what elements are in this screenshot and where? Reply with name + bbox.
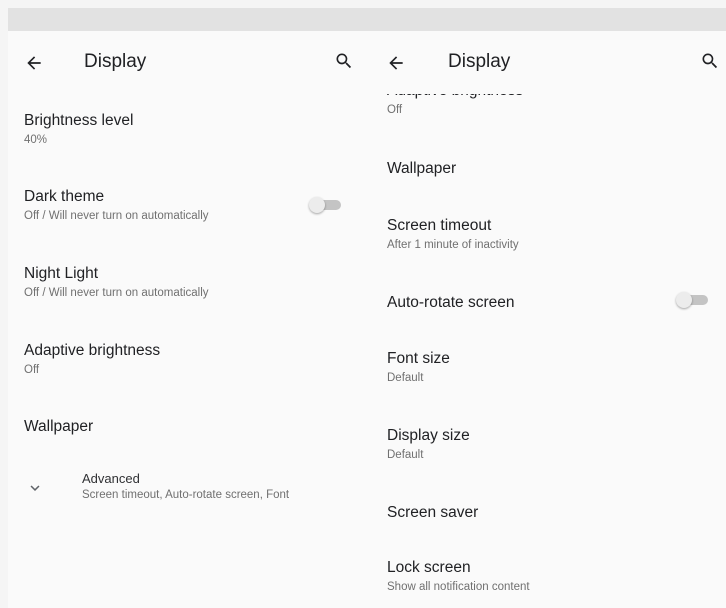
setting-title: Font size	[387, 350, 450, 367]
setting-title: Brightness level	[24, 112, 134, 129]
chevron-down-icon[interactable]	[26, 479, 44, 497]
setting-display-size[interactable]: Display size Default	[387, 426, 676, 463]
setting-auto-rotate-screen[interactable]: Auto-rotate screen	[387, 293, 676, 312]
setting-screen-timeout[interactable]: Screen timeout After 1 minute of inactiv…	[387, 216, 676, 253]
setting-summary: After 1 minute of inactivity	[387, 239, 519, 251]
setting-title: Screen timeout	[387, 217, 492, 234]
setting-adaptive-brightness[interactable]: Adaptive brightness Off	[24, 341, 316, 378]
setting-title: Lock screen	[387, 559, 471, 576]
arrow-left-icon[interactable]	[386, 53, 406, 73]
search-icon[interactable]	[334, 51, 354, 71]
advanced-section[interactable]: Advanced Screen timeout, Auto-rotate scr…	[82, 471, 362, 501]
setting-font-size[interactable]: Font size Default	[387, 349, 676, 386]
setting-summary: 40%	[24, 134, 48, 146]
setting-title: Dark theme	[24, 188, 105, 205]
dark-theme-toggle[interactable]	[309, 197, 343, 213]
search-icon[interactable]	[700, 51, 720, 71]
setting-summary: Default	[387, 372, 424, 384]
setting-title: Night Light	[24, 265, 99, 282]
setting-title: Wallpaper	[387, 160, 457, 177]
left-display-settings-screen: Display Brightness level 40% Dark theme …	[8, 31, 366, 608]
page-title: Display	[448, 51, 511, 72]
setting-summary: Off	[387, 104, 403, 116]
right-display-settings-screen: Display Adaptive brightness Off Wallpape…	[366, 31, 726, 608]
auto-rotate-toggle[interactable]	[676, 292, 710, 308]
setting-summary: Off	[24, 364, 40, 376]
setting-title: Screen saver	[387, 504, 479, 521]
setting-summary: Show all notification content	[387, 581, 530, 593]
setting-night-light[interactable]: Night Light Off / Will never turn on aut…	[24, 264, 316, 301]
app-bar: Display	[8, 31, 366, 94]
setting-wallpaper[interactable]: Wallpaper	[387, 159, 676, 178]
setting-screen-saver[interactable]: Screen saver	[387, 503, 676, 522]
setting-title: Auto-rotate screen	[387, 294, 515, 311]
setting-wallpaper[interactable]: Wallpaper	[24, 417, 316, 436]
app-bar: Display	[366, 31, 726, 94]
advanced-title: Advanced	[82, 471, 140, 486]
setting-title: Adaptive brightness	[24, 342, 161, 359]
arrow-left-icon[interactable]	[24, 53, 44, 73]
setting-brightness-level[interactable]: Brightness level 40%	[24, 111, 316, 148]
setting-summary: Off / Will never turn on automatically	[24, 287, 209, 299]
toggle-thumb	[309, 197, 325, 213]
setting-summary: Default	[387, 449, 424, 461]
advanced-summary: Screen timeout, Auto-rotate screen, Font	[82, 489, 290, 501]
setting-summary: Off / Will never turn on automatically	[24, 210, 209, 222]
toggle-thumb	[676, 292, 692, 308]
setting-title: Wallpaper	[24, 418, 94, 435]
status-bar	[8, 8, 726, 31]
setting-lock-screen[interactable]: Lock screen Show all notification conten…	[387, 558, 676, 595]
page-title: Display	[84, 51, 147, 72]
setting-dark-theme[interactable]: Dark theme Off / Will never turn on auto…	[24, 187, 316, 224]
setting-title: Display size	[387, 427, 470, 444]
